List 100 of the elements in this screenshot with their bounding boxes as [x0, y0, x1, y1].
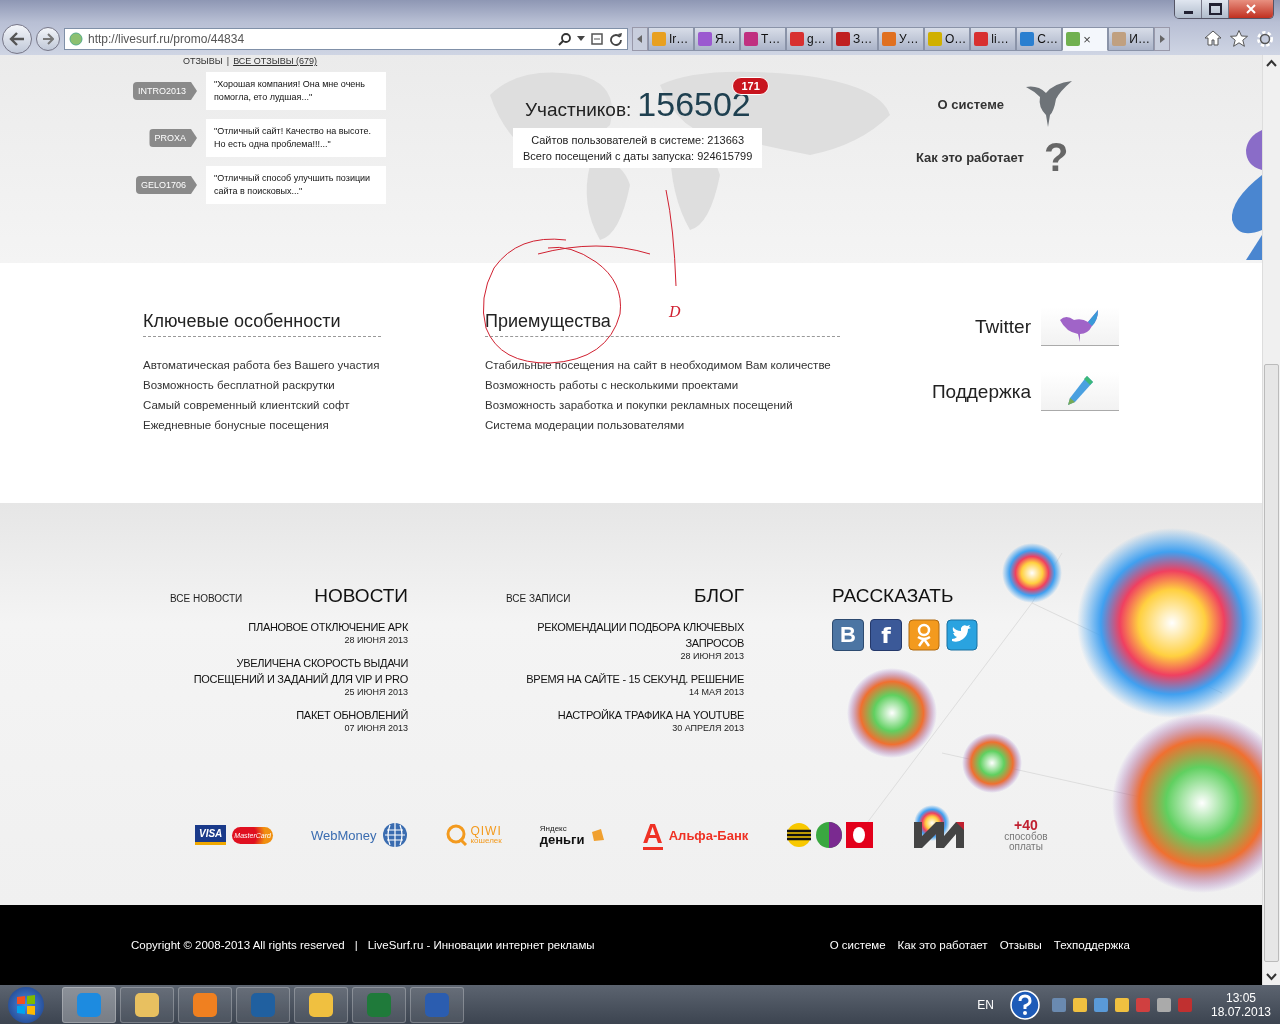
search-icon[interactable]	[558, 32, 572, 46]
tray-icon[interactable]	[1073, 997, 1087, 1012]
browser-tab[interactable]: li…	[970, 27, 1017, 51]
close-icon	[1245, 4, 1257, 14]
handwritten-mark: D	[669, 303, 682, 321]
forward-arrow-icon	[42, 33, 54, 45]
tagline-link[interactable]: LiveSurf.ru - Инновации интернет рекламы	[367, 939, 595, 951]
favicon-icon	[652, 32, 666, 46]
post-date: 07 ИЮНЯ 2013	[344, 723, 408, 733]
user-tag: GELO1706	[135, 176, 197, 194]
all-reviews-link[interactable]: ВСЕ ОТЗЫВЫ (679)	[233, 56, 318, 67]
address-bar[interactable]: http://livesurf.ru/promo/44834	[64, 28, 628, 50]
settings-icon[interactable]	[1256, 30, 1274, 48]
language-indicator[interactable]: EN	[977, 997, 994, 1012]
app-icon	[135, 992, 159, 1017]
feature-item: Возможность работы с несколькими проектами	[485, 378, 739, 393]
browser-tab[interactable]: C…	[1016, 27, 1063, 51]
browser-tab[interactable]: g…	[786, 27, 832, 51]
back-arrow-icon	[9, 32, 25, 46]
browser-tab[interactable]: ×	[1062, 27, 1109, 51]
star-icon[interactable]	[1230, 30, 1248, 47]
count-badge: 171	[732, 77, 769, 95]
section-heading: Ключевые особенности	[143, 311, 381, 337]
footer-link[interactable]: Как это работает	[897, 939, 988, 951]
browser-tab[interactable]: Я…	[694, 27, 740, 51]
favicon-icon	[974, 32, 989, 46]
feature-item: Автоматическая работа без Вашего участия	[143, 358, 380, 373]
post-link[interactable]: УВЕЛИЧЕНА СКОРОСТЬ ВЫДАЧИ ПОСЕЩЕНИЙ И ЗАДАНИЙ ДЛЯ VIP И PRO	[170, 655, 408, 687]
footer-link[interactable]: О системе	[829, 939, 886, 951]
close-tab-button[interactable]: ×	[1083, 31, 1091, 47]
start-button[interactable]	[8, 986, 44, 1023]
post-link[interactable]: ПАКЕТ ОБНОВЛЕНИЙ	[296, 707, 408, 723]
favicon-icon	[882, 32, 896, 46]
tray-icon[interactable]	[1115, 997, 1129, 1012]
footer-link[interactable]: Отзывы	[999, 939, 1042, 951]
compatibility-icon[interactable]	[590, 32, 604, 46]
view-all-link[interactable]: ВСЕ ЗАПИСИ	[506, 593, 571, 604]
feature-item: Стабильные посещения на сайт в необходимом Вам количестве	[485, 358, 831, 373]
facebook-button[interactable]: f	[870, 619, 902, 651]
vk-button[interactable]: B	[832, 619, 864, 651]
browser-tab[interactable]: И…	[1108, 27, 1155, 51]
post-link[interactable]: НАСТРОЙКА ТРАФИКА НА YOUTUBE	[557, 707, 744, 723]
tray-icon[interactable]	[1094, 997, 1108, 1012]
share-heading: РАССКАЗАТЬ	[832, 585, 955, 607]
refresh-icon[interactable]	[609, 32, 623, 46]
view-all-link[interactable]: ВСЕ НОВОСТИ	[170, 593, 243, 604]
forward-button[interactable]	[36, 27, 60, 51]
user-tag: PROXA	[149, 129, 197, 147]
yandex-logo: Яндекс	[539, 824, 568, 833]
tray-icon[interactable]	[1157, 997, 1171, 1012]
more-caption: оплаты	[1008, 842, 1043, 852]
taskbar-button[interactable]	[352, 986, 406, 1023]
back-button[interactable]	[2, 24, 32, 54]
home-icon[interactable]	[1204, 30, 1222, 46]
browser-tab[interactable]: У…	[878, 27, 924, 51]
close-button[interactable]	[1229, 0, 1273, 18]
tab-scroll-left-button[interactable]	[632, 27, 648, 51]
side-link[interactable]: Twitter	[975, 315, 1031, 338]
post-link[interactable]: ВРЕМЯ НА САЙТЕ - 15 СЕКУНД. РЕШЕНИЕ	[526, 671, 744, 687]
taskbar-button[interactable]	[236, 986, 290, 1023]
clock[interactable]: 13:05 18.07.2013	[1208, 990, 1274, 1019]
taskbar-button[interactable]	[62, 986, 116, 1023]
webmoney-logo: WebMoney	[310, 827, 377, 843]
minimize-button[interactable]	[1175, 0, 1202, 18]
taskbar-button[interactable]	[120, 986, 174, 1023]
alfa-letter-logo: А	[642, 820, 663, 850]
review-quote: "Хорошая компания! Она мне очень помогла, ето лудшая..."	[206, 72, 386, 110]
right-triangle-icon	[1159, 35, 1166, 43]
logo-caption: деньги	[539, 832, 585, 846]
taskbar-button[interactable]	[178, 986, 232, 1023]
post-link[interactable]: ПЛАНОВОЕ ОТКЛЮЧЕНИЕ АРК	[248, 619, 408, 635]
twitter-button[interactable]	[946, 619, 978, 651]
browser-tab[interactable]: O…	[924, 27, 971, 51]
feature-item: Возможность заработка и покупки рекламных посещений	[485, 398, 793, 413]
favicon-icon	[1066, 32, 1081, 46]
side-link[interactable]: Поддержка	[931, 380, 1031, 403]
more-caption: способов	[1004, 832, 1048, 842]
help-icon[interactable]	[1010, 989, 1040, 1020]
post-link[interactable]: РЕКОМЕНДАЦИИ ПОДБОРА КЛЮЧЕВЫХ ЗАПРОСОВ	[506, 619, 744, 651]
members-label: Участников:	[525, 99, 632, 121]
taskbar-button[interactable]	[410, 986, 464, 1023]
favicon-icon	[790, 32, 804, 46]
maximize-button[interactable]	[1202, 0, 1229, 18]
info-link[interactable]: Как это работает	[915, 149, 1024, 165]
post-date: 30 АПРЕЛЯ 2013	[672, 723, 744, 733]
browser-tab[interactable]: З…	[832, 27, 878, 51]
scrollbar-thumb[interactable]	[1264, 364, 1279, 962]
taskbar-button[interactable]	[294, 986, 348, 1023]
browser-tab[interactable]: Ir…	[648, 27, 694, 51]
info-link[interactable]: О системе	[937, 96, 1004, 112]
odnoklassniki-button[interactable]	[908, 619, 940, 651]
favicon-icon	[1112, 32, 1127, 46]
favicon-icon	[698, 32, 712, 46]
dropdown-icon[interactable]	[577, 36, 585, 42]
tab-scroll-right-button[interactable]	[1154, 27, 1171, 51]
browser-tab[interactable]: T…	[740, 27, 786, 51]
windows-logo-icon	[14, 992, 38, 1017]
footer-link[interactable]: Техподдержка	[1053, 939, 1130, 951]
scrollbar[interactable]	[1262, 55, 1280, 985]
favicon-icon	[744, 32, 758, 46]
